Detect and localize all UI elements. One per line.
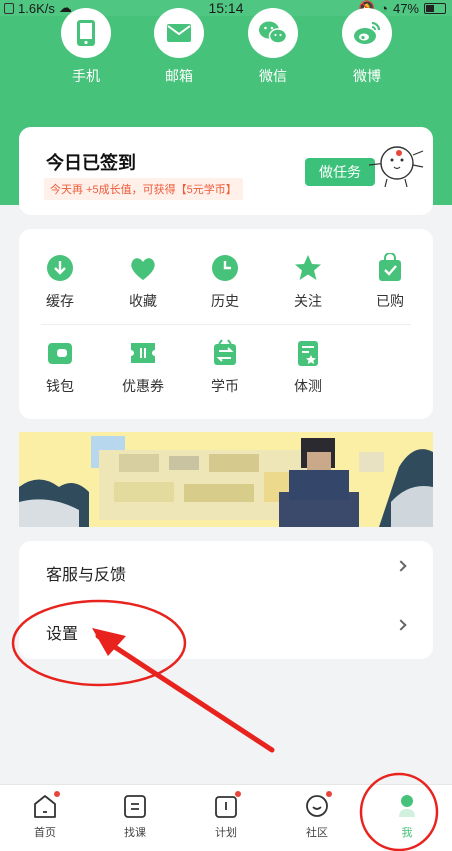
tab-community[interactable]: 社区 — [272, 791, 362, 840]
grid-label: 收藏 — [129, 293, 157, 309]
tab-home[interactable]: 首页 — [0, 791, 90, 840]
grid-label: 优惠券 — [122, 378, 164, 394]
tab-label: 计划 — [215, 827, 237, 839]
grid-label: 缓存 — [46, 293, 74, 309]
share-wechat[interactable]: 微信 — [233, 8, 313, 86]
mail-icon — [154, 8, 204, 58]
mascot-icon — [368, 146, 424, 188]
tab-plan[interactable]: 计划 — [181, 791, 271, 840]
coupon-icon — [128, 338, 158, 368]
chevron-right-icon — [395, 560, 407, 572]
grid-label: 钱包 — [46, 378, 74, 394]
share-mail[interactable]: 邮箱 — [139, 8, 219, 86]
divider — [41, 324, 411, 325]
signin-title: 今日已签到 — [46, 153, 136, 173]
home-icon — [33, 791, 60, 819]
community-icon — [305, 791, 332, 819]
menu-item-feedback[interactable]: 客服与反馈 — [19, 541, 433, 600]
wallet-icon — [45, 338, 75, 368]
grid-label: 关注 — [294, 293, 322, 309]
share-label: 手机 — [72, 68, 100, 84]
menu-item-settings[interactable]: 设置 — [19, 600, 433, 659]
promo-banner[interactable] — [19, 432, 433, 527]
plan-icon — [214, 791, 241, 819]
me-icon — [395, 793, 419, 819]
menu-label: 客服与反馈 — [46, 567, 127, 584]
cloud-download-icon — [45, 253, 75, 283]
grid-item-purchased[interactable]: 已购 — [355, 253, 425, 311]
tab-courses[interactable]: 找课 — [90, 793, 180, 840]
tab-label: 首页 — [34, 827, 56, 839]
grid-item-favorites[interactable]: 收藏 — [108, 253, 178, 311]
menu-label: 设置 — [46, 626, 79, 643]
phone-icon — [61, 8, 111, 58]
signin-reward-text: 今天再 +5成长值，可获得【5元学币】 — [44, 178, 243, 200]
grid-label: 历史 — [211, 293, 239, 309]
grid-label: 体测 — [294, 378, 322, 394]
bottom-tab-bar: 首页 找课 计划 社区 我 — [0, 784, 452, 851]
bag-check-icon — [375, 253, 405, 283]
share-weibo[interactable]: 微博 — [327, 8, 407, 86]
tab-label: 社区 — [306, 827, 328, 839]
banner-image — [19, 432, 433, 527]
grid-label: 已购 — [376, 293, 404, 309]
share-label: 微信 — [259, 68, 287, 84]
grid-item-coupon[interactable]: 优惠券 — [108, 338, 178, 396]
grid-item-history[interactable]: 历史 — [190, 253, 260, 311]
notification-dot — [326, 791, 332, 797]
shortcut-grid: 缓存 收藏 历史 关注 已购 钱包 优惠券 学币 体测 — [19, 229, 433, 419]
chevron-right-icon — [395, 619, 407, 631]
tab-me[interactable]: 我 — [362, 793, 452, 840]
grid-item-wallet[interactable]: 钱包 — [25, 338, 95, 396]
heart-icon — [128, 253, 158, 283]
grid-item-test[interactable]: 体测 — [273, 338, 343, 396]
course-icon — [123, 793, 147, 819]
menu-card: 客服与反馈 设置 — [19, 541, 433, 659]
test-doc-icon — [293, 338, 323, 368]
notification-dot — [235, 791, 241, 797]
tab-label: 我 — [401, 827, 413, 839]
coin-exchange-icon — [210, 338, 240, 368]
share-phone[interactable]: 手机 — [46, 8, 126, 86]
share-label: 邮箱 — [165, 68, 193, 84]
grid-item-coins[interactable]: 学币 — [190, 338, 260, 396]
tab-label: 找课 — [124, 827, 146, 839]
star-icon — [293, 253, 323, 283]
grid-item-follow[interactable]: 关注 — [273, 253, 343, 311]
notification-dot — [54, 791, 60, 797]
grid-label: 学币 — [211, 378, 239, 394]
signin-card: 今日已签到 今天再 +5成长值，可获得【5元学币】 做任务 — [19, 127, 433, 215]
share-label: 微博 — [353, 68, 381, 84]
weibo-icon — [342, 8, 392, 58]
wechat-icon — [248, 8, 298, 58]
battery-icon — [424, 2, 446, 14]
grid-item-cache[interactable]: 缓存 — [25, 253, 95, 311]
clock-icon — [210, 253, 240, 283]
